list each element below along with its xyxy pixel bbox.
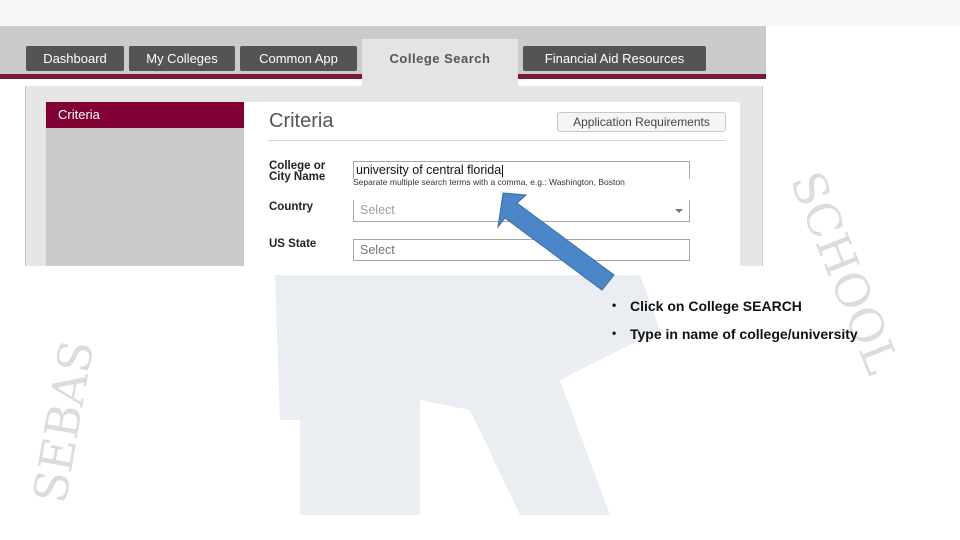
state-label: US State <box>269 238 317 250</box>
instruction-item: • Type in name of college/university <box>612 326 858 342</box>
page-title: Criteria <box>269 110 334 132</box>
watermark-emblem <box>275 275 660 515</box>
instruction-item: • Click on College SEARCH <box>612 298 802 314</box>
sidebar-item-criteria[interactable]: Criteria <box>46 102 244 128</box>
slide-top-strip <box>0 0 960 26</box>
application-requirements-button[interactable]: Application Requirements <box>557 112 726 132</box>
tab-my-colleges[interactable]: My Colleges <box>129 46 235 71</box>
college-label: College or City Name <box>269 160 326 183</box>
watermark-left-text: SEBAS <box>23 336 105 507</box>
instruction-list: • Click on College SEARCH • Type in name o… <box>612 298 858 354</box>
chevron-down-icon <box>675 209 683 213</box>
tab-financial-aid-resources[interactable]: Financial Aid Resources <box>523 46 706 71</box>
country-label: Country <box>269 201 314 213</box>
tab-college-search[interactable]: College Search <box>362 39 518 86</box>
state-select-placeholder: Select <box>360 243 395 257</box>
college-hint: Separate multiple search terms with a co… <box>353 177 625 187</box>
title-divider <box>268 140 726 141</box>
country-select[interactable]: Select <box>353 200 690 222</box>
country-select-placeholder: Select <box>360 203 395 217</box>
state-select[interactable]: Select <box>353 239 690 261</box>
tab-dashboard[interactable]: Dashboard <box>26 46 124 71</box>
college-name-value: university of central florida <box>356 163 502 177</box>
tab-common-app[interactable]: Common App <box>240 46 357 71</box>
text-cursor <box>502 164 504 177</box>
college-label-line2: City Name <box>269 171 326 183</box>
